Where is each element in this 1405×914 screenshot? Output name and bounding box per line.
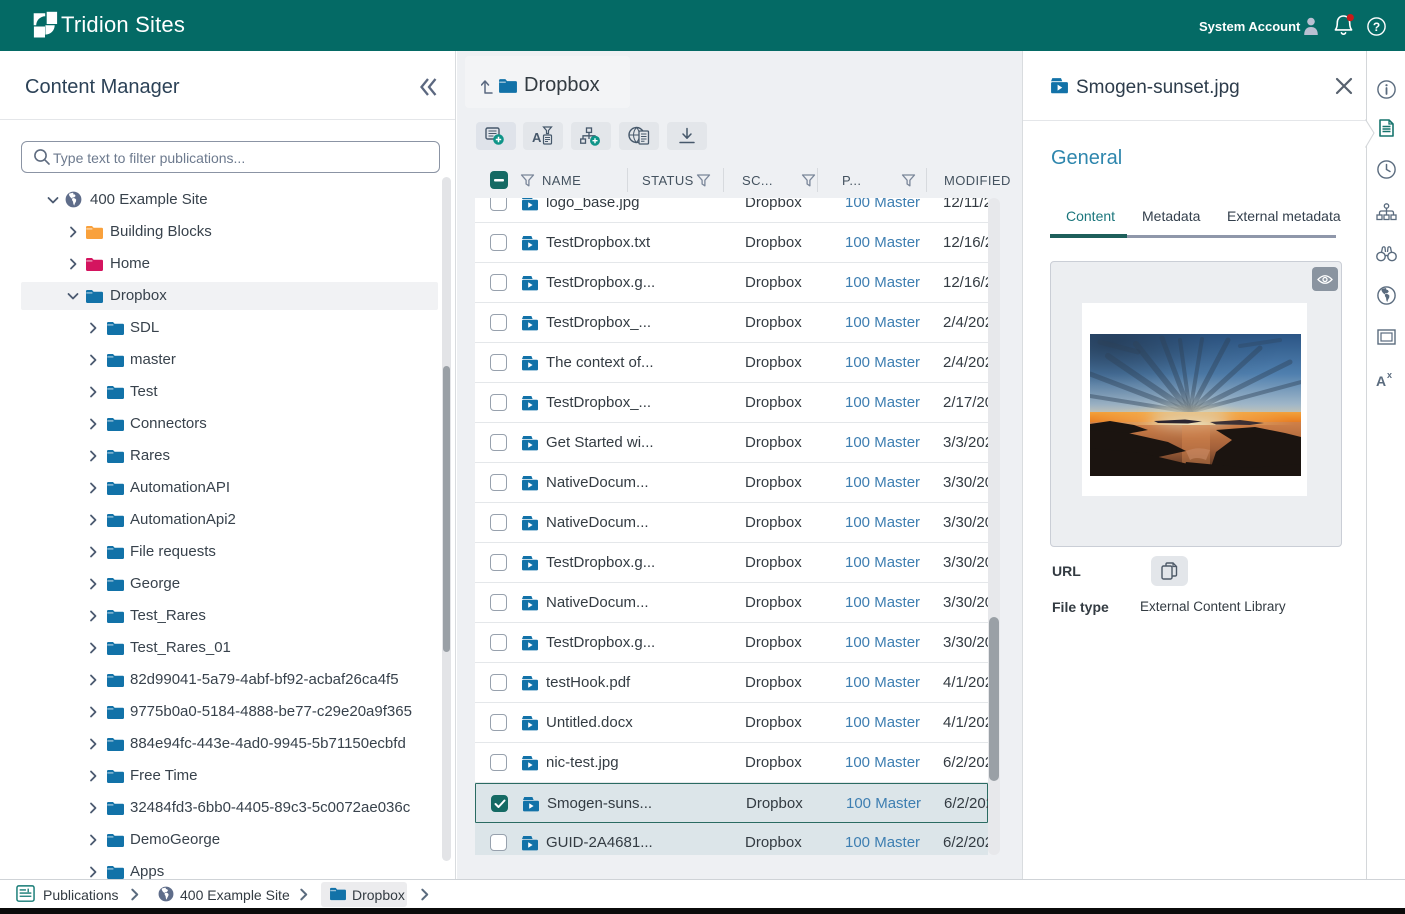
svg-text:A: A xyxy=(1376,373,1386,388)
svg-text:x: x xyxy=(1387,370,1392,380)
svg-text:A: A xyxy=(532,130,542,145)
svg-text:?: ? xyxy=(1373,20,1380,34)
